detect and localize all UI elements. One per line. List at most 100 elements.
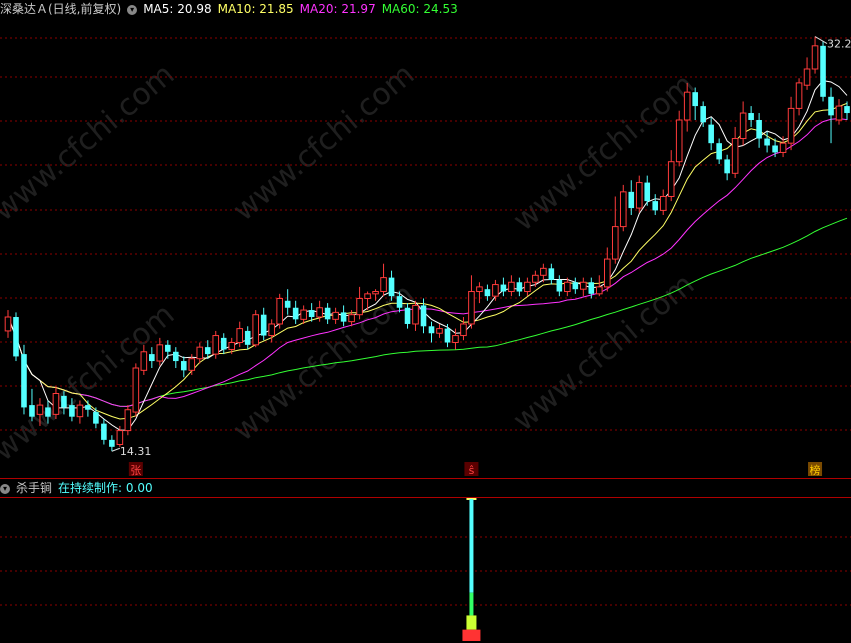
candle-body <box>667 161 675 197</box>
candle-99 <box>795 78 803 116</box>
candle-body <box>596 286 603 295</box>
candle-body <box>556 279 563 292</box>
candle-100 <box>803 57 811 90</box>
candle-body <box>811 45 819 70</box>
candle-body <box>572 282 579 290</box>
candle-body <box>500 284 507 292</box>
indicator-bar-segment <box>469 592 474 616</box>
candle-body <box>588 282 595 294</box>
candle-body <box>292 307 299 320</box>
candle-body <box>700 106 706 123</box>
candle-16 <box>132 363 140 417</box>
candle-body <box>85 405 91 410</box>
indicator-settings-icon[interactable]: ▾ <box>0 483 10 494</box>
candle-body <box>675 119 683 163</box>
candle-body <box>659 195 667 211</box>
candle-40 <box>324 303 331 324</box>
candle-body <box>52 393 60 415</box>
candle-86 <box>692 87 698 120</box>
candle-body <box>795 82 803 109</box>
candle-body <box>21 354 27 408</box>
candle-body <box>220 337 227 350</box>
candle-body <box>109 439 115 447</box>
candle-47 <box>380 263 387 297</box>
candle-body <box>180 361 187 371</box>
signal-label: 榜 <box>810 463 821 477</box>
candle-body <box>69 405 75 417</box>
candle-body <box>532 274 539 283</box>
signal-label: 张 <box>130 464 141 477</box>
candle-body <box>739 112 747 140</box>
candle-93 <box>748 106 754 127</box>
indicator-bar-segment <box>462 629 481 641</box>
main-chart-header: 深桑达Ａ(日线,前复权) ▾ MA5: 20.98 MA10: 21.85 MA20: … <box>0 0 464 18</box>
candle-body <box>603 258 611 288</box>
candle-84 <box>675 110 683 167</box>
candle-body <box>436 328 443 334</box>
candle-15 <box>124 405 132 436</box>
candle-body <box>36 404 44 415</box>
candle-55 <box>444 323 451 348</box>
watermark-text: www.cfchi.com <box>227 57 422 228</box>
watermark-text: www.cfchi.com <box>0 57 181 228</box>
candle-body <box>404 307 411 324</box>
candle-101 <box>811 36 819 74</box>
candle-body <box>803 68 811 86</box>
candle-body <box>29 405 35 417</box>
candle-71 <box>572 277 579 294</box>
candle-33 <box>268 319 275 343</box>
candle-102 <box>820 41 826 102</box>
candle-26 <box>212 330 220 359</box>
candle-body <box>364 293 371 299</box>
candle-body <box>564 281 571 293</box>
candle-body <box>835 105 843 121</box>
candle-body <box>828 96 834 116</box>
candle-18 <box>149 347 155 369</box>
candle-body <box>628 191 635 209</box>
candle-body <box>716 143 722 160</box>
candle-body <box>173 351 179 362</box>
candle-body <box>132 367 140 413</box>
candle-body <box>444 328 451 343</box>
candle-body <box>548 268 555 280</box>
settings-circle-icon[interactable]: ▾ <box>127 4 138 15</box>
candle-90 <box>724 154 730 181</box>
candle-body <box>644 182 651 202</box>
candle-31 <box>252 310 259 348</box>
candle-body <box>340 312 347 322</box>
candle-12 <box>101 419 107 445</box>
candle-98 <box>787 96 795 151</box>
candle-body <box>372 291 379 295</box>
ma10-label: MA10: 21.85 <box>217 2 294 16</box>
candle-72 <box>580 277 587 297</box>
candle-69 <box>556 275 563 297</box>
candle-body <box>260 314 267 336</box>
indicator-bar-segment <box>469 499 474 593</box>
candle-82 <box>659 189 667 216</box>
candle-64 <box>516 277 523 297</box>
candle-body <box>748 113 754 120</box>
candle-body <box>580 281 587 290</box>
candle-79 <box>635 175 643 213</box>
candle-body <box>492 284 499 297</box>
candle-body <box>116 430 124 446</box>
candle-89 <box>716 138 722 165</box>
candle-body <box>284 300 291 308</box>
candle-3 <box>29 388 35 422</box>
candle-58 <box>468 275 475 329</box>
candle-body <box>380 277 387 293</box>
candle-body <box>204 347 211 355</box>
candle-body <box>316 307 323 318</box>
candle-body <box>508 281 515 293</box>
candle-81 <box>652 194 659 216</box>
candle-body <box>516 282 523 292</box>
stock-chart[interactable]: www.cfchi.com www.cfchi.com www.cfchi.com w… <box>0 0 851 643</box>
candle-37 <box>300 305 307 324</box>
candle-body <box>476 286 483 293</box>
candle-59 <box>476 282 483 304</box>
candle-77 <box>619 184 627 232</box>
watermark-text: www.cfchi.com <box>0 297 181 468</box>
candle-body <box>708 124 714 144</box>
candle-35 <box>284 289 291 315</box>
candle-66 <box>532 270 539 287</box>
